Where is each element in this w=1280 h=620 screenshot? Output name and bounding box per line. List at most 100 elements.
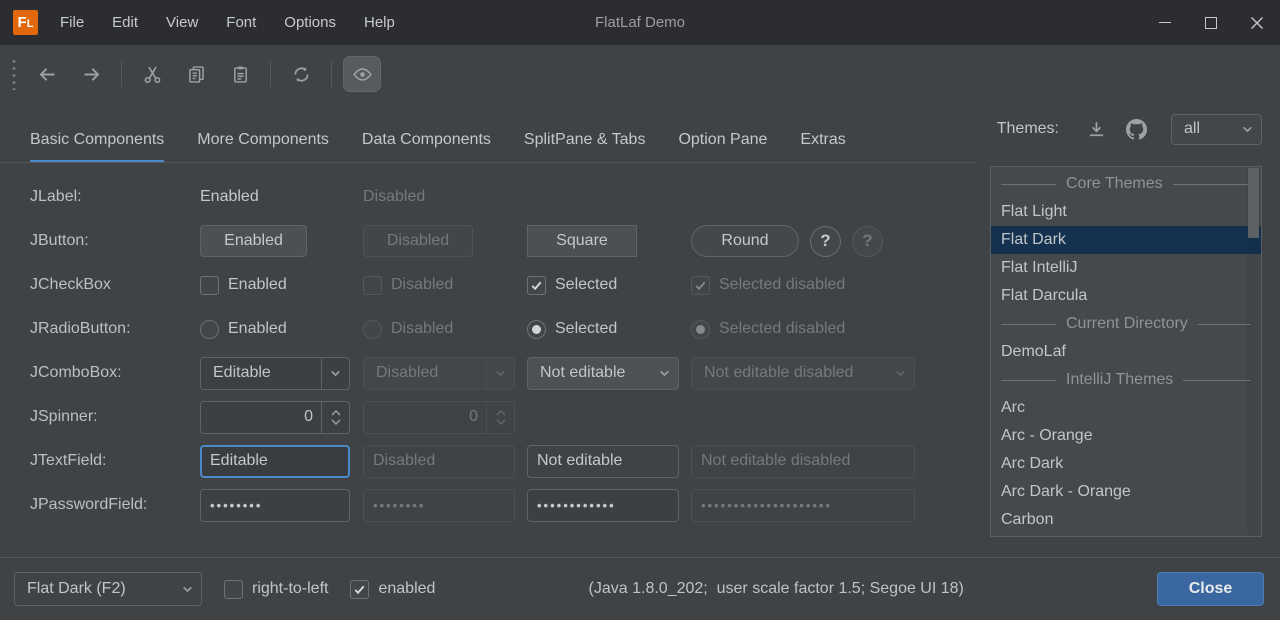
clipboard-paste-icon	[230, 64, 251, 85]
passwordfield-not-editable[interactable]	[527, 489, 679, 522]
textfield-editable[interactable]	[200, 445, 350, 478]
laf-combobox[interactable]: Flat Dark (F2)	[14, 572, 202, 606]
jcheckbox-row-label: JCheckBox	[30, 276, 200, 294]
tab-data-components[interactable]: Data Components	[362, 117, 491, 163]
combobox-editable[interactable]: Editable	[200, 357, 350, 390]
enabled-checkbox[interactable]: enabled	[350, 580, 435, 599]
theme-item-arc-dark-orange[interactable]: Arc Dark - Orange	[991, 478, 1261, 506]
theme-item-arc-orange[interactable]: Arc - Orange	[991, 422, 1261, 450]
theme-filter-value: all	[1172, 120, 1233, 138]
radio-circle	[691, 320, 710, 339]
jpasswordfield-row-label: JPasswordField:	[30, 496, 200, 514]
theme-filter-combobox[interactable]: all	[1171, 114, 1262, 145]
square-button[interactable]: Square	[527, 225, 637, 257]
spinner-up-icon	[496, 410, 506, 416]
checkbox-disabled: Disabled	[363, 276, 527, 295]
theme-group-separator: IntelliJ Themes	[991, 366, 1261, 394]
checkbox-box	[527, 276, 546, 295]
status-text: (Java 1.8.0_202; user scale factor 1.5; …	[435, 580, 1157, 598]
show-details-toggle-button[interactable]	[343, 56, 381, 92]
scrollbar-thumb[interactable]	[1248, 168, 1259, 238]
back-arrow-icon	[37, 64, 58, 85]
chevron-down-icon[interactable]	[650, 367, 678, 380]
close-window-button[interactable]	[1234, 0, 1280, 45]
themes-scrollbar[interactable]	[1247, 168, 1260, 535]
check-icon	[353, 583, 366, 596]
theme-item-carbon[interactable]: Carbon	[991, 506, 1261, 534]
refresh-button[interactable]	[282, 56, 320, 92]
passwordfield-editable[interactable]	[200, 489, 350, 522]
theme-item-flat-light[interactable]: Flat Light	[991, 198, 1261, 226]
menu-bar: File Edit View Font Options Help	[46, 0, 409, 45]
forward-button[interactable]	[72, 56, 110, 92]
close-button[interactable]: Close	[1157, 572, 1264, 606]
toolbar-grip-handle[interactable]	[12, 58, 16, 90]
enabled-button[interactable]: Enabled	[200, 225, 307, 257]
back-button[interactable]	[28, 56, 66, 92]
menu-help[interactable]: Help	[350, 0, 409, 45]
menu-font[interactable]: Font	[212, 0, 270, 45]
help-button[interactable]: ?	[810, 226, 841, 257]
theme-group-separator: Core Themes	[991, 170, 1261, 198]
themes-label: Themes:	[997, 120, 1059, 138]
tab-option-pane[interactable]: Option Pane	[678, 117, 767, 163]
theme-item-demolaf[interactable]: DemoLaf	[991, 338, 1261, 366]
spinner-disabled: 0	[363, 401, 515, 434]
theme-item-flat-intellij[interactable]: Flat IntelliJ	[991, 254, 1261, 282]
textfield-not-editable[interactable]	[527, 445, 679, 478]
chevron-down-icon	[173, 583, 201, 596]
theme-item-flat-dark[interactable]: Flat Dark	[991, 226, 1261, 254]
spinner-down-icon	[496, 419, 506, 425]
help-button-disabled: ?	[852, 226, 883, 257]
toolbar-separator	[270, 61, 271, 87]
cut-button[interactable]	[133, 56, 171, 92]
spinner-up-icon[interactable]	[331, 410, 341, 416]
bottom-bar: Flat Dark (F2) right-to-left enabled (Ja…	[0, 557, 1280, 620]
app-logo: FL	[13, 10, 38, 35]
eye-icon	[352, 64, 373, 85]
github-button[interactable]	[1121, 114, 1151, 144]
tab-basic-components[interactable]: Basic Components	[30, 117, 164, 163]
spinner-down-icon[interactable]	[331, 419, 341, 425]
combobox-not-editable[interactable]: Not editable	[527, 357, 679, 390]
minimize-button[interactable]	[1142, 0, 1188, 45]
radio-selected[interactable]: Selected	[527, 320, 691, 339]
checkbox-selected[interactable]: Selected	[527, 276, 691, 295]
menu-view[interactable]: View	[152, 0, 212, 45]
menu-edit[interactable]: Edit	[98, 0, 152, 45]
main-content: JLabel: Enabled Disabled JButton: Enable…	[0, 163, 1280, 557]
paste-button[interactable]	[221, 56, 259, 92]
menu-options[interactable]: Options	[270, 0, 350, 45]
combobox-disabled: Disabled	[363, 357, 515, 390]
theme-item-arc[interactable]: Arc	[991, 394, 1261, 422]
spinner-enabled[interactable]: 0	[200, 401, 350, 434]
tab-more-components[interactable]: More Components	[197, 117, 329, 163]
combobox-not-editable-disabled: Not editable disabled	[691, 357, 915, 390]
chevron-down-icon	[886, 367, 914, 380]
jlabel-row-label: JLabel:	[30, 188, 200, 206]
radio-circle	[200, 320, 219, 339]
checkbox-box	[224, 580, 243, 599]
close-icon	[1250, 16, 1264, 30]
window-title: FlatLaf Demo	[595, 14, 685, 31]
check-icon	[694, 279, 707, 292]
tab-splitpane-tabs[interactable]: SplitPane & Tabs	[524, 117, 646, 163]
download-themes-button[interactable]	[1081, 114, 1111, 144]
radio-enabled[interactable]: Enabled	[200, 320, 363, 339]
theme-group-separator: Current Directory	[991, 310, 1261, 338]
copy-icon	[186, 64, 207, 85]
minimize-icon	[1159, 22, 1171, 23]
theme-item-flat-darcula[interactable]: Flat Darcula	[991, 282, 1261, 310]
right-to-left-checkbox[interactable]: right-to-left	[224, 580, 328, 599]
theme-item-arc-dark[interactable]: Arc Dark	[991, 450, 1261, 478]
toolbar-separator	[121, 61, 122, 87]
checkbox-box	[350, 580, 369, 599]
title-bar: FL File Edit View Font Options Help Flat…	[0, 0, 1280, 45]
copy-button[interactable]	[177, 56, 215, 92]
round-button[interactable]: Round	[691, 225, 799, 257]
tab-extras[interactable]: Extras	[800, 117, 845, 163]
maximize-button[interactable]	[1188, 0, 1234, 45]
chevron-down-icon[interactable]	[321, 358, 349, 389]
checkbox-enabled[interactable]: Enabled	[200, 276, 363, 295]
menu-file[interactable]: File	[46, 0, 98, 45]
